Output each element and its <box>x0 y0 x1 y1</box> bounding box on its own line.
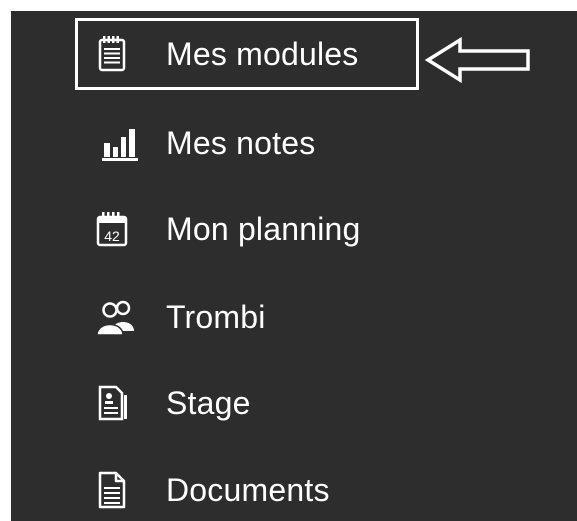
menu-item-stage[interactable]: Stage <box>92 377 432 429</box>
calendar-number: 42 <box>104 228 120 244</box>
menu-item-documents[interactable]: Documents <box>92 464 432 516</box>
calendar-icon: 42 <box>92 209 142 249</box>
bar-chart-icon <box>92 123 142 163</box>
users-icon <box>92 297 142 337</box>
highlight-box <box>75 18 419 90</box>
left-arrow-outline-icon <box>424 36 532 89</box>
menu-item-trombi[interactable]: Trombi <box>92 291 432 343</box>
id-document-icon <box>92 383 142 423</box>
menu-item-mon-planning[interactable]: 42 Mon planning <box>92 203 432 255</box>
menu-item-label: Trombi <box>166 299 266 335</box>
document-icon <box>92 470 142 510</box>
menu-item-label: Documents <box>166 472 330 508</box>
screenshot: Mes modules Mes notes 42 Mon planning Tr… <box>0 0 577 521</box>
menu-item-mes-notes[interactable]: Mes notes <box>92 117 432 169</box>
menu-item-label: Mes notes <box>166 125 316 161</box>
menu-item-label: Mon planning <box>166 211 361 247</box>
menu-item-label: Stage <box>166 385 251 421</box>
